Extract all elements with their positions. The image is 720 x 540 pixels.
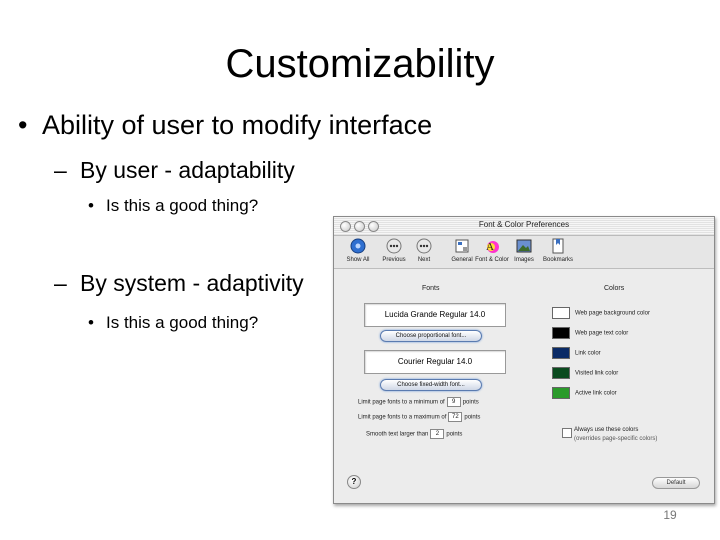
slide-number: 19: [663, 508, 677, 522]
bullet-dot: •: [88, 313, 94, 332]
default-button[interactable]: Default: [652, 477, 700, 489]
smooth-text-field[interactable]: 2: [430, 429, 445, 439]
max-font-label: Limit page fonts to a maximum of: [358, 414, 447, 421]
preferences-window: Font & Color Preferences Show All Previo…: [333, 216, 715, 504]
overrides-note: (overrides page-specific colors): [574, 436, 658, 442]
toolbar-label: Next: [417, 257, 431, 263]
color-row-text[interactable]: Web page text color: [552, 327, 628, 340]
max-font-row: Limit page fonts to a maximum of 72 points: [358, 412, 480, 422]
slide-title: Customizability: [225, 42, 495, 86]
svg-text:A: A: [486, 241, 494, 253]
color-swatch[interactable]: [552, 327, 570, 339]
toolbar-next[interactable]: Next: [404, 238, 444, 263]
max-font-unit: points: [464, 414, 481, 421]
images-icon: [516, 239, 532, 253]
min-font-unit: points: [462, 399, 479, 406]
next-icon: [416, 238, 432, 254]
color-label: Link color: [575, 350, 601, 357]
smooth-text-row: Smooth text larger than 2 points: [366, 429, 462, 439]
window-title: Font & Color Preferences: [478, 220, 570, 229]
color-swatch[interactable]: [552, 347, 570, 359]
bullet-dot: •: [88, 196, 94, 215]
question-text: Is this a good thing?: [106, 313, 259, 332]
color-row-active[interactable]: Active link color: [552, 387, 617, 400]
proportional-font-display: Lucida Grande Regular 14.0: [364, 303, 506, 327]
question-text: Is this a good thing?: [106, 196, 259, 215]
color-row-link[interactable]: Link color: [552, 347, 601, 360]
sub-sub-bullet-question: • Is this a good thing?: [88, 196, 258, 216]
smooth-text-unit: points: [446, 431, 463, 438]
min-font-row: Limit page fonts to a minimum of 9 points: [358, 397, 479, 407]
sub-sub-bullet-question: • Is this a good thing?: [88, 313, 258, 333]
window-titlebar[interactable]: Font & Color Preferences: [334, 217, 714, 236]
dash-glyph: –: [54, 270, 67, 296]
max-font-field[interactable]: 72: [448, 412, 463, 422]
min-font-label: Limit page fonts to a minimum of: [358, 399, 445, 406]
choose-fixed-font-button[interactable]: Choose fixed-width font...: [380, 379, 482, 391]
toolbar-show-all[interactable]: Show All: [338, 238, 378, 263]
color-row-visited[interactable]: Visited link color: [552, 367, 618, 380]
bullet-customizability: • Ability of user to modify interface: [18, 110, 432, 141]
color-label: Web page text color: [575, 330, 629, 337]
help-button[interactable]: ?: [347, 475, 361, 489]
sub-bullet-adaptability: – By user - adaptability: [54, 157, 295, 184]
fixed-font-display: Courier Regular 14.0: [364, 350, 506, 374]
smooth-text-label: Smooth text larger than: [366, 431, 429, 438]
previous-icon: [386, 238, 402, 254]
font-color-icon: A: [486, 241, 499, 253]
show-all-icon: [350, 238, 366, 254]
preferences-toolbar: Show All Previous Next General A Font & …: [334, 236, 714, 269]
sub-bullet-text: By system - adaptivity: [80, 270, 304, 296]
toolbar-label: Show All: [346, 257, 370, 263]
color-label: Web page background color: [575, 310, 650, 317]
color-row-background[interactable]: Web page background color: [552, 307, 650, 320]
colors-header: Colors: [604, 285, 625, 292]
sub-bullet-text: By user - adaptability: [80, 157, 295, 183]
choose-proportional-font-button[interactable]: Choose proportional font...: [380, 330, 482, 342]
toolbar-label: Bookmarks: [542, 257, 573, 263]
color-swatch[interactable]: [552, 307, 570, 319]
always-use-colors-checkbox[interactable]: [562, 428, 572, 438]
bullet-text: Ability of user to modify interface: [42, 110, 433, 140]
toolbar-bookmarks[interactable]: Bookmarks: [538, 238, 578, 263]
always-use-colors-label: Always use these colors: [574, 427, 639, 433]
color-label: Active link color: [575, 390, 617, 397]
color-swatch[interactable]: [552, 387, 570, 399]
bookmarks-icon: [552, 238, 564, 254]
fonts-header: Fonts: [422, 285, 440, 292]
font-color-pane: Fonts Colors Lucida Grande Regular 14.0 …: [342, 273, 706, 467]
bullet-dot: •: [18, 110, 28, 140]
dash-glyph: –: [54, 157, 67, 183]
color-label: Visited link color: [575, 370, 619, 377]
min-font-field[interactable]: 9: [446, 397, 461, 407]
color-swatch[interactable]: [552, 367, 570, 379]
general-icon: [455, 239, 469, 253]
sub-bullet-adaptivity: – By system - adaptivity: [54, 270, 304, 297]
